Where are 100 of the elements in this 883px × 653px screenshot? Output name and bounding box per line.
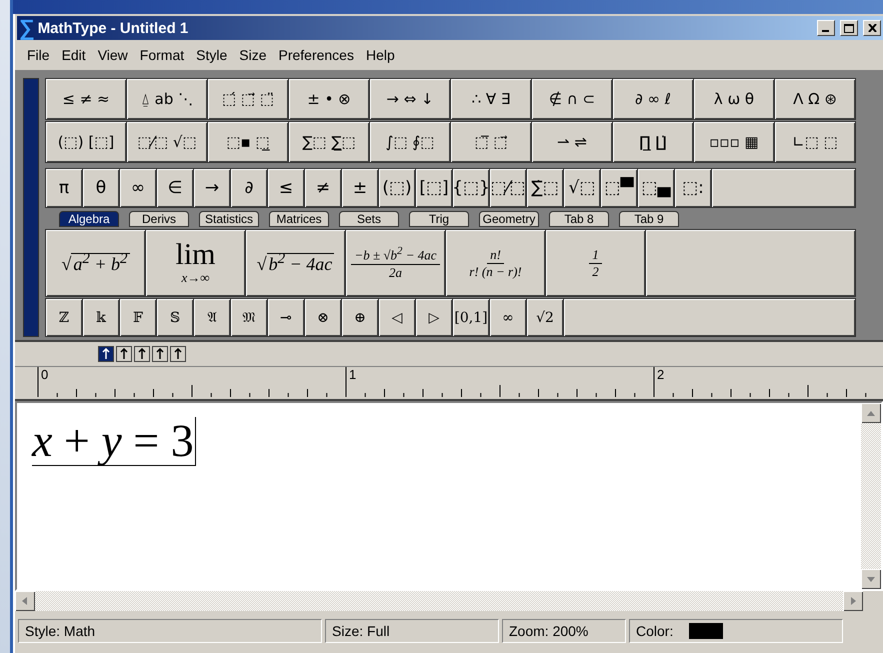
symbol-button[interactable]: 𝔽 (120, 299, 156, 336)
symbol-button[interactable]: π (46, 169, 82, 207)
up-arrow-icon (137, 348, 147, 360)
menu-item[interactable]: Edit (56, 47, 92, 63)
palette-button[interactable]: ⬚▪ ⬚̲ (208, 122, 288, 162)
maximize-icon (844, 24, 854, 32)
palette-tab[interactable]: Tab 8 (549, 211, 609, 227)
symbol-button[interactable]: ⊕ (342, 299, 378, 336)
ruler-label: 0 (41, 367, 48, 382)
size-button[interactable] (134, 346, 150, 362)
minimize-button[interactable] (817, 20, 835, 36)
app-icon: ∑ (19, 17, 35, 39)
palette-tab[interactable]: Statistics (199, 211, 259, 227)
symbol-button[interactable]: (⬚) (379, 169, 415, 207)
palette-button[interactable]: ⬚́ ⬚⃗ ⬚̈ (208, 79, 288, 119)
palette-button[interactable]: ⬚⁄⬚ √⬚ (127, 122, 207, 162)
symbol-button[interactable]: ⊗ (305, 299, 341, 336)
symbol-button[interactable]: → (194, 169, 230, 207)
template-button[interactable]: −b ± √b$^{2}$ − 4ac 2a (346, 230, 445, 296)
ruler-label: 2 (657, 367, 664, 382)
palette-tab[interactable]: Sets (339, 211, 399, 227)
symbol-button[interactable]: ⬚▀ (601, 169, 637, 207)
close-button[interactable] (863, 20, 881, 36)
symbol-button[interactable]: 𝔄 (194, 299, 230, 336)
symbol-button[interactable]: √2 (527, 299, 563, 336)
symbol-button[interactable]: ◁ (379, 299, 415, 336)
palette-button[interactable]: ⬚̅ ⬚⃗ (451, 122, 531, 162)
size-button[interactable] (170, 346, 186, 362)
symbol-button[interactable]: 𝕊 (157, 299, 193, 336)
symbol-button[interactable]: ▷ (416, 299, 452, 336)
palette-button[interactable]: ± • ⊗ (289, 79, 369, 119)
up-arrow-icon (173, 348, 183, 360)
palette-tab[interactable]: Derivs (129, 211, 189, 227)
scroll-up-button[interactable] (861, 403, 881, 423)
symbol-button[interactable]: ℤ (46, 299, 82, 336)
palette-handle[interactable] (23, 78, 39, 337)
symbol-button[interactable]: ∈ (157, 169, 193, 207)
symbol-button[interactable]: √⬚ (564, 169, 600, 207)
window-title: MathType - Untitled 1 (38, 20, 190, 36)
template-button[interactable]: 1 2 (546, 230, 645, 296)
symbol-button[interactable]: ≠ (305, 169, 341, 207)
palette-button[interactable]: ∴ ∀ ∃ (451, 79, 531, 119)
scroll-left-button[interactable] (15, 591, 35, 611)
palette-button[interactable]: Λ Ω ⊛ (775, 79, 855, 119)
size-button[interactable] (152, 346, 168, 362)
template-button[interactable]: n! r! (n − r)! (446, 230, 545, 296)
palette-button[interactable]: → ⇔ ↓ (370, 79, 450, 119)
symbol-button[interactable]: [⬚] (416, 169, 452, 207)
equation[interactable]: x + y = 3 (32, 417, 196, 466)
palette-button[interactable]: (⬚) [⬚] (46, 122, 126, 162)
palette-button[interactable]: ∉ ∩ ⊂ (532, 79, 612, 119)
menu-item[interactable]: Size (233, 47, 272, 63)
symbol-button[interactable]: 𝔐 (231, 299, 267, 336)
template-button[interactable]: lim x→∞ (146, 230, 245, 296)
symbol-button[interactable]: ∞ (120, 169, 156, 207)
palette-button[interactable]: ▫▫▫ ▦ (694, 122, 774, 162)
menu-item[interactable]: Help (360, 47, 401, 63)
symbol-button[interactable]: ∑̇⬚ (527, 169, 563, 207)
scroll-right-button[interactable] (843, 591, 863, 611)
palette-tab[interactable]: Algebra (59, 211, 119, 227)
scroll-down-button[interactable] (861, 569, 881, 589)
menu-item[interactable]: View (92, 47, 134, 63)
menu-item[interactable]: File (21, 47, 56, 63)
symbol-button[interactable]: ± (342, 169, 378, 207)
palette-tab[interactable]: Trig (409, 211, 469, 227)
symbol-button[interactable]: ⬚: (675, 169, 711, 207)
color-swatch[interactable] (689, 623, 724, 639)
palette-tab[interactable]: Tab 9 (619, 211, 679, 227)
palette-tab[interactable]: Geometry (479, 211, 539, 227)
symbol-button[interactable]: 𝕜 (83, 299, 119, 336)
palette-button[interactable]: ∏̲ ∐̇ (613, 122, 693, 162)
palette-button[interactable]: ⍙ ab ⋱ (127, 79, 207, 119)
symbol-button[interactable]: ⬚▄ (638, 169, 674, 207)
palette-button[interactable]: ∟⬚ ⬚ (775, 122, 855, 162)
symbol-button[interactable]: θ (83, 169, 119, 207)
symbol-button[interactable]: [0,1] (453, 299, 489, 336)
palette-button[interactable]: λ ω θ (694, 79, 774, 119)
menu-item[interactable]: Format (134, 47, 190, 63)
maximize-button[interactable] (840, 20, 858, 36)
symbol-button[interactable]: ∂ (231, 169, 267, 207)
up-arrow-icon (119, 348, 129, 360)
symbol-button[interactable]: ⊸ (268, 299, 304, 336)
palette-button[interactable]: ≤ ≠ ≈ (46, 79, 126, 119)
menu-item[interactable]: Preferences (272, 47, 360, 63)
palette-button[interactable]: ∂ ∞ ℓ (613, 79, 693, 119)
symbol-button[interactable]: ∞ (490, 299, 526, 336)
palette-button[interactable]: ∫⬚ ∮⬚ (370, 122, 450, 162)
size-button[interactable] (116, 346, 132, 362)
size-button[interactable] (98, 346, 114, 362)
close-icon (868, 24, 876, 32)
status-text: Color: (636, 623, 674, 639)
palette-tab[interactable]: Matrices (269, 211, 329, 227)
up-arrow-icon (155, 348, 165, 360)
palette-button[interactable]: ∑⬚ ∑̲⬚ (289, 122, 369, 162)
symbol-button[interactable]: ⬚⁄⬚ (490, 169, 526, 207)
palette-button[interactable]: ⇀ ⇌ (532, 122, 612, 162)
menu-item[interactable]: Style (190, 47, 234, 63)
status-text: Style: Math (25, 623, 96, 639)
symbol-button[interactable]: ≤ (268, 169, 304, 207)
symbol-button[interactable]: {⬚} (453, 169, 489, 207)
